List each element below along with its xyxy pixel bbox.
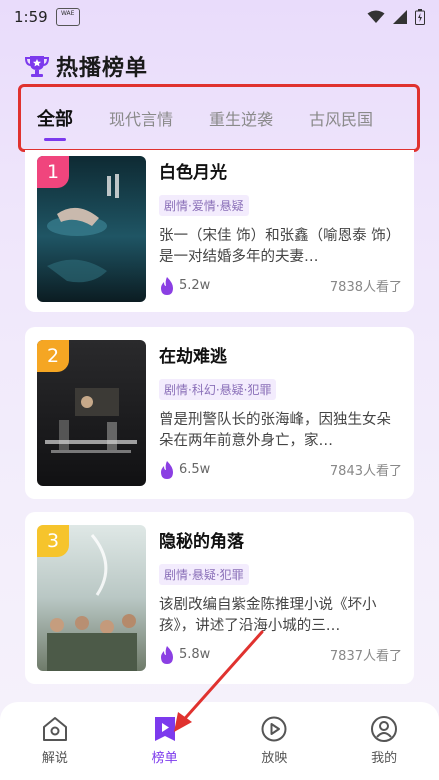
status-bar: 1:59 WAE bbox=[0, 0, 439, 34]
genre-tag: 剧情·悬疑·犯罪 bbox=[159, 564, 249, 585]
drama-title: 隐秘的角落 bbox=[159, 532, 244, 552]
drama-card[interactable]: 3 隐秘的角落 剧情·悬疑·犯罪 该剧改编自紫金陈推理小说《坏小孩》，讲述了沿海… bbox=[25, 512, 414, 684]
nav-label: 我的 bbox=[371, 751, 398, 766]
rank-badge: 1 bbox=[37, 156, 69, 188]
home-icon bbox=[42, 717, 67, 741]
drama-title: 白色月光 bbox=[159, 163, 227, 183]
drama-poster: 3 bbox=[37, 525, 146, 671]
wifi-icon bbox=[367, 10, 385, 23]
tab-label: 现代言情 bbox=[109, 110, 174, 129]
heat-count: 6.5w bbox=[179, 462, 211, 477]
fire-icon bbox=[161, 276, 173, 295]
play-icon bbox=[261, 716, 287, 742]
status-icons bbox=[367, 9, 425, 25]
tab-ancient-republic[interactable]: 古风民国 bbox=[309, 106, 373, 130]
page-header: 热播榜单 bbox=[24, 50, 148, 82]
tab-rebirth[interactable]: 重生逆袭 bbox=[209, 106, 273, 130]
nav-label: 放映 bbox=[261, 751, 288, 766]
nav-item-screening[interactable]: 放映 bbox=[244, 714, 304, 766]
drama-description: 张一（宋佳 饰）和张鑫（喻恩泰 饰）是一对结婚多年的夫妻… bbox=[159, 228, 401, 265]
drama-info: 隐秘的角落 剧情·悬疑·犯罪 该剧改编自紫金陈推理小说《坏小孩》，讲述了沿海小城… bbox=[159, 525, 402, 684]
notification-badge-icon: WAE bbox=[55, 8, 80, 26]
rank-badge: 3 bbox=[37, 525, 69, 557]
view-count: 7843人看了 bbox=[329, 464, 402, 479]
drama-info: 白色月光 剧情·爱情·悬疑 张一（宋佳 饰）和张鑫（喻恩泰 饰）是一对结婚多年的… bbox=[159, 156, 402, 312]
drama-card[interactable]: 1 白色月光 剧情·爱情·悬疑 张一（宋佳 饰）和张鑫（喻恩泰 饰）是一对结婚多… bbox=[25, 150, 414, 312]
tab-label: 古风民国 bbox=[309, 110, 374, 129]
bottom-nav: 解说 榜单 放映 我的 bbox=[0, 702, 439, 780]
drama-card[interactable]: 2 在劫难逃 剧情·科幻·悬疑·犯罪 曾是刑警队长的张海峰，因独生女朵朵在两年前… bbox=[25, 327, 414, 499]
nav-label: 解说 bbox=[41, 751, 68, 766]
drama-title: 在劫难逃 bbox=[159, 347, 227, 367]
ranking-icon bbox=[154, 717, 175, 741]
view-count: 7837人看了 bbox=[329, 649, 402, 664]
drama-meta: 5.2w 7838人看了 bbox=[159, 276, 402, 295]
tab-active-indicator bbox=[44, 138, 66, 141]
tab-label: 重生逆袭 bbox=[209, 110, 274, 129]
drama-description: 该剧改编自紫金陈推理小说《坏小孩》，讲述了沿海小城的三… bbox=[159, 597, 377, 634]
drama-meta: 6.5w 7843人看了 bbox=[159, 460, 402, 479]
nav-label: 榜单 bbox=[151, 751, 178, 766]
heat-count: 5.8w bbox=[179, 647, 211, 662]
genre-tag: 剧情·科幻·悬疑·犯罪 bbox=[159, 379, 277, 400]
signal-icon bbox=[393, 10, 407, 24]
drama-poster: 1 bbox=[37, 156, 146, 302]
nav-item-commentary[interactable]: 解说 bbox=[25, 714, 85, 766]
fire-icon bbox=[161, 645, 173, 664]
page-title: 热播榜单 bbox=[56, 56, 149, 81]
rank-badge: 2 bbox=[37, 340, 69, 372]
heat-count: 5.2w bbox=[179, 278, 211, 293]
nav-item-ranking[interactable]: 榜单 bbox=[135, 714, 195, 766]
tab-label: 全部 bbox=[37, 109, 73, 130]
tab-all[interactable]: 全部 bbox=[37, 105, 73, 141]
fire-icon bbox=[161, 460, 173, 479]
category-tabs: 全部 现代言情 重生逆袭 古风民国 bbox=[18, 84, 420, 152]
drama-description: 曾是刑警队长的张海峰，因独生女朵朵在两年前意外身亡，家… bbox=[159, 412, 391, 449]
trophy-icon bbox=[24, 56, 50, 77]
view-count: 7838人看了 bbox=[329, 280, 402, 295]
drama-poster: 2 bbox=[37, 340, 146, 486]
tab-modern-romance[interactable]: 现代言情 bbox=[109, 106, 173, 130]
genre-tag: 剧情·爱情·悬疑 bbox=[159, 195, 249, 216]
nav-item-profile[interactable]: 我的 bbox=[354, 714, 414, 766]
battery-icon bbox=[415, 9, 425, 25]
status-time: 1:59 bbox=[14, 8, 48, 26]
drama-meta: 5.8w 7837人看了 bbox=[159, 645, 402, 664]
profile-icon bbox=[371, 716, 398, 742]
drama-info: 在劫难逃 剧情·科幻·悬疑·犯罪 曾是刑警队长的张海峰，因独生女朵朵在两年前意外… bbox=[159, 340, 402, 499]
